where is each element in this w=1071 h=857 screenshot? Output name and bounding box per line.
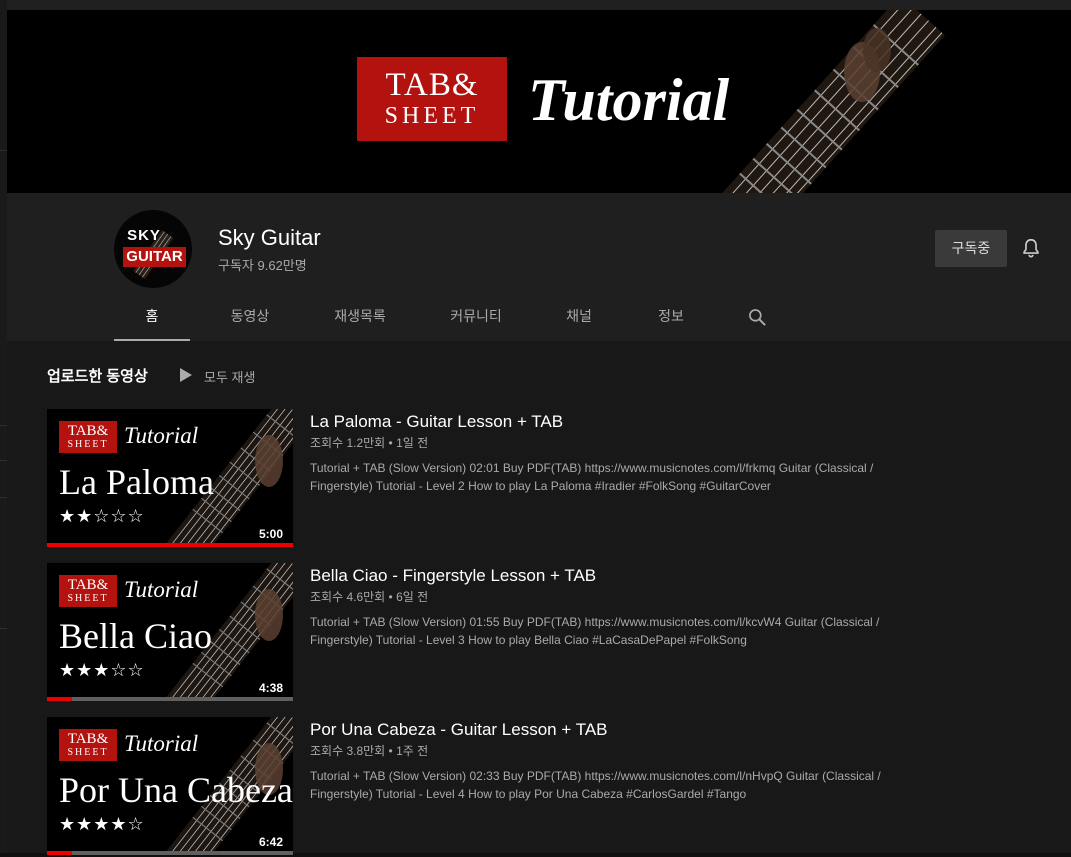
video-item[interactable]: TAB& SHEET Tutorial Por Una Cabeza ★★★★☆… xyxy=(47,717,1007,857)
thumbnail-logo: TAB& SHEET xyxy=(59,421,117,453)
video-title[interactable]: Bella Ciao - Fingerstyle Lesson + TAB xyxy=(310,566,596,586)
channel-banner: TAB& SHEET Tutorial xyxy=(7,10,1071,193)
video-title[interactable]: Por Una Cabeza - Guitar Lesson + TAB xyxy=(310,720,608,740)
thumbnail-tutorial-text: Tutorial xyxy=(124,577,199,602)
logo-line1: TAB& xyxy=(385,67,479,103)
tab-videos[interactable]: 동영상 xyxy=(212,301,288,339)
top-bar xyxy=(7,0,1071,10)
bell-icon[interactable] xyxy=(1020,237,1042,259)
thumbnail-title: Por Una Cabeza xyxy=(59,770,293,810)
watch-progress-fill xyxy=(47,543,293,547)
video-meta: 조회수 3.8만회 • 1주 전 xyxy=(310,744,429,758)
thumbnail-logo-line2: SHEET xyxy=(67,747,109,758)
video-meta: 조회수 4.6만회 • 6일 전 xyxy=(310,590,429,604)
watch-progress-bar xyxy=(47,697,293,701)
avatar-line2: GUITAR xyxy=(123,247,186,267)
thumbnail-title: Bella Ciao xyxy=(59,616,212,656)
channel-name[interactable]: Sky Guitar xyxy=(218,225,321,251)
tab-sheet-logo: TAB& SHEET xyxy=(357,57,507,141)
thumbnail-stars: ★★★★☆ xyxy=(59,814,145,834)
banner-title: Tutorial xyxy=(528,67,730,133)
video-thumbnail[interactable]: TAB& SHEET Tutorial Por Una Cabeza ★★★★☆… xyxy=(47,717,293,855)
video-description: Tutorial + TAB (Slow Version) 02:01 Buy … xyxy=(310,461,874,493)
tab-community[interactable]: 커뮤니티 xyxy=(434,301,518,339)
thumbnail-stars: ★★★☆☆ xyxy=(59,660,145,680)
duration-badge: 6:42 xyxy=(254,834,287,850)
video-description: Tutorial + TAB (Slow Version) 02:33 Buy … xyxy=(310,769,881,801)
thumbnail-logo-line1: TAB& xyxy=(67,731,109,747)
duration-badge: 5:00 xyxy=(254,526,287,542)
tab-home[interactable]: 홈 xyxy=(114,301,190,342)
video-item[interactable]: TAB& SHEET Tutorial La Paloma ★★☆☆☆ 5:00… xyxy=(47,409,1007,549)
video-item[interactable]: TAB& SHEET Tutorial Bella Ciao ★★★☆☆ 4:3… xyxy=(47,563,1007,703)
thumbnail-stars: ★★☆☆☆ xyxy=(59,506,145,526)
avatar-line1: SKY xyxy=(127,227,161,244)
play-icon xyxy=(180,368,192,382)
thumbnail-logo-line1: TAB& xyxy=(67,423,109,439)
thumbnail-logo-line1: TAB& xyxy=(67,577,109,593)
thumbnail-tutorial-text: Tutorial xyxy=(124,731,199,756)
thumbnail-title: La Paloma xyxy=(59,462,214,502)
video-description: Tutorial + TAB (Slow Version) 01:55 Buy … xyxy=(310,615,880,647)
video-thumbnail[interactable]: TAB& SHEET Tutorial La Paloma ★★☆☆☆ 5:00 xyxy=(47,409,293,547)
tab-playlists[interactable]: 재생목록 xyxy=(321,301,399,339)
thumbnail-logo: TAB& SHEET xyxy=(59,729,117,761)
avatar[interactable]: SKY GUITAR xyxy=(114,210,192,288)
watch-progress-bar xyxy=(47,851,293,855)
youtube-channel-page: TAB& SHEET Tutorial SKY GUITAR Sky Guita… xyxy=(0,0,1071,855)
content-area: 업로드한 동영상 모두 재생 TAB& SHEET Tutorial La Pa… xyxy=(7,341,1071,855)
watch-progress-fill xyxy=(47,851,72,855)
play-all-label: 모두 재생 xyxy=(204,370,256,385)
left-sidebar-edge xyxy=(0,0,7,853)
subscriber-count: 구독자 9.62만명 xyxy=(218,258,307,273)
watch-progress-bar xyxy=(47,543,293,547)
subscribed-button[interactable]: 구독중 xyxy=(935,230,1007,267)
thumbnail-tutorial-text: Tutorial xyxy=(124,423,199,448)
search-icon[interactable] xyxy=(747,307,767,327)
thumbnail-logo: TAB& SHEET xyxy=(59,575,117,607)
duration-badge: 4:38 xyxy=(254,680,287,696)
watch-progress-fill xyxy=(47,697,72,701)
video-title[interactable]: La Paloma - Guitar Lesson + TAB xyxy=(310,412,563,432)
thumbnail-logo-line2: SHEET xyxy=(67,593,109,604)
thumbnail-logo-line2: SHEET xyxy=(67,439,109,450)
tab-about[interactable]: 정보 xyxy=(646,301,696,339)
section-title[interactable]: 업로드한 동영상 xyxy=(47,365,148,386)
tab-channels[interactable]: 채널 xyxy=(554,301,604,339)
video-meta: 조회수 1.2만회 • 1일 전 xyxy=(310,436,429,450)
video-thumbnail[interactable]: TAB& SHEET Tutorial Bella Ciao ★★★☆☆ 4:3… xyxy=(47,563,293,701)
logo-line2: SHEET xyxy=(384,103,480,129)
channel-header: SKY GUITAR Sky Guitar 구독자 9.62만명 구독중 홈 동… xyxy=(7,193,1071,342)
